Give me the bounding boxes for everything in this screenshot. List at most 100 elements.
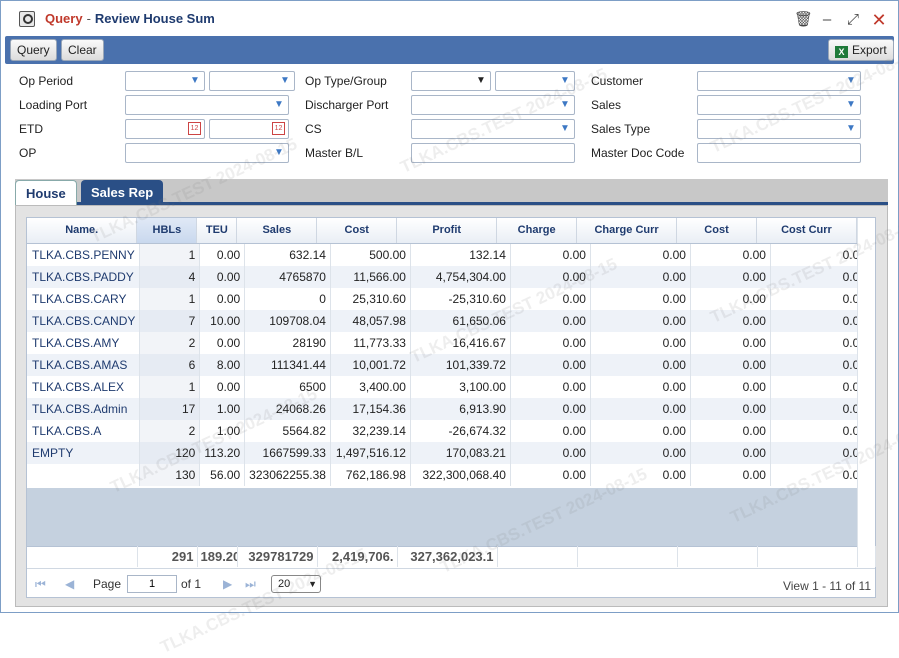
cell-charge-curr: 0.00: [590, 442, 691, 464]
view-records-text: View 1 - 11 of 11: [782, 579, 871, 593]
cell-cost: 11,566.00: [330, 266, 411, 288]
title-bar: Query - Review House Sum 🗑 – ⤢ ✕: [1, 1, 898, 36]
table-row[interactable]: TLKA.CBS.ALEX 1 0.00 6500 3,400.00 3,100.00 0.…: [27, 376, 871, 398]
etd-from-date[interactable]: 12: [125, 119, 205, 139]
export-button[interactable]: X Export: [828, 39, 894, 61]
table-row[interactable]: 130 56.00 323062255.38 762,186.98 322,300,06…: [27, 464, 871, 486]
cell-teu: 0.00: [199, 266, 246, 288]
grid-body: TLKA.CBS.PENNY 1 0.00 632.14 500.00 132.14 0.0…: [27, 244, 871, 486]
cell-sales: 0: [244, 288, 331, 310]
calendar-icon[interactable]: 12: [188, 122, 201, 135]
master-doc-code-input[interactable]: [697, 143, 861, 163]
cell-charge-curr: 0.00: [590, 420, 691, 442]
col-header-hbls[interactable]: HBLs: [136, 218, 198, 244]
loading-port-select[interactable]: ▼: [125, 95, 289, 115]
clear-button[interactable]: Clear: [61, 39, 104, 61]
cell-sales: 323062255.38: [244, 464, 331, 486]
next-page-icon[interactable]: ▶: [223, 577, 232, 591]
master-bl-input[interactable]: [411, 143, 575, 163]
close-icon[interactable]: ✕: [870, 11, 888, 29]
table-row[interactable]: TLKA.CBS.PENNY 1 0.00 632.14 500.00 132.14 0.0…: [27, 244, 871, 266]
col-header-sales[interactable]: Sales: [236, 218, 318, 244]
table-row[interactable]: TLKA.CBS.CANDY 7 10.00 109708.04 48,057.98 61…: [27, 310, 871, 332]
minimize-icon[interactable]: –: [818, 11, 836, 29]
cell-cost-2: 0.00: [690, 354, 771, 376]
op-label: OP: [19, 146, 37, 160]
cell-teu: 56.00: [199, 464, 246, 486]
col-header-profit[interactable]: Profit: [396, 218, 498, 244]
sales-select[interactable]: ▼: [697, 95, 861, 115]
cell-charge-curr: 0.00: [590, 464, 691, 486]
cell-teu: 1.00: [199, 398, 246, 420]
op-group-select[interactable]: ▼: [495, 71, 575, 91]
cell-charge: 0.00: [510, 332, 591, 354]
chevron-down-icon: ▼: [190, 75, 200, 86]
col-header-cost-curr[interactable]: Cost Curr: [756, 218, 857, 244]
toolbar: Query Clear X Export: [5, 36, 894, 64]
table-row[interactable]: TLKA.CBS.Admin 17 1.00 24068.26 17,154.36 6,9…: [27, 398, 871, 420]
cell-cost-curr: 0.00: [770, 310, 871, 332]
cell-sales: 28190: [244, 332, 331, 354]
cell-hbls: 1: [139, 288, 201, 310]
last-page-icon[interactable]: ⏭: [245, 577, 256, 592]
grid-scrollbar[interactable]: [857, 218, 875, 567]
house-sum-grid: Name. HBLs TEU Sales Cost Profit Charge …: [26, 217, 876, 598]
cell-charge: 0.00: [510, 442, 591, 464]
cell-name: EMPTY: [27, 442, 141, 464]
tab-sales-rep[interactable]: Sales Rep: [81, 180, 164, 205]
page-number-input[interactable]: [127, 575, 177, 593]
excel-icon: X: [835, 46, 848, 58]
maximize-icon[interactable]: ⤢: [844, 11, 862, 29]
discharger-port-select[interactable]: ▼: [411, 95, 575, 115]
cell-cost-curr: 0.00: [770, 442, 871, 464]
cell-sales: 24068.26: [244, 398, 331, 420]
cell-cost: 32,239.14: [330, 420, 411, 442]
cell-hbls: 6: [139, 354, 201, 376]
col-header-charge-curr[interactable]: Charge Curr: [576, 218, 678, 244]
table-row[interactable]: TLKA.CBS.A 2 1.00 5564.82 32,239.14 -26,674.3…: [27, 420, 871, 442]
table-row[interactable]: TLKA.CBS.CARY 1 0.00 0 25,310.60 -25,310.60 0.…: [27, 288, 871, 310]
delete-icon[interactable]: 🗑: [794, 11, 813, 29]
table-row[interactable]: EMPTY 120 113.20 1667599.33 1,497,516.12 170,…: [27, 442, 871, 464]
sales-type-select[interactable]: ▼: [697, 119, 861, 139]
cell-cost-2: 0.00: [690, 376, 771, 398]
prev-page-icon[interactable]: ◀: [65, 577, 74, 591]
page-size-select[interactable]: 20 ▼: [271, 575, 321, 593]
title-separator: -: [86, 11, 91, 26]
query-button[interactable]: Query: [10, 39, 57, 61]
table-row[interactable]: TLKA.CBS.AMY 2 0.00 28190 11,773.33 16,416.67…: [27, 332, 871, 354]
tab-house[interactable]: House: [15, 180, 77, 205]
cell-charge-curr: 0.00: [590, 288, 691, 310]
cell-charge-curr: 0.00: [590, 244, 691, 266]
cell-profit: 16,416.67: [410, 332, 511, 354]
col-header-charge[interactable]: Charge: [496, 218, 578, 244]
op-type-select[interactable]: ▼: [411, 71, 491, 91]
cell-cost: 1,497,516.12: [330, 442, 411, 464]
total-name: [27, 546, 138, 567]
cell-cost-2: 0.00: [690, 288, 771, 310]
col-header-name[interactable]: Name.: [27, 218, 138, 244]
cell-name: TLKA.CBS.AMAS: [27, 354, 141, 376]
total-sales: 329781729: [237, 546, 318, 567]
cell-name: TLKA.CBS.CANDY: [27, 310, 141, 332]
table-row[interactable]: TLKA.CBS.AMAS 6 8.00 111341.44 10,001.72 101,…: [27, 354, 871, 376]
customer-label: Customer: [591, 74, 644, 88]
etd-to-date[interactable]: 12: [209, 119, 289, 139]
calendar-icon[interactable]: 12: [272, 122, 285, 135]
chevron-down-icon: ▼: [274, 99, 284, 110]
table-row[interactable]: TLKA.CBS.PADDY 4 0.00 4765870 11,566.00 4,754…: [27, 266, 871, 288]
chevron-down-icon: ▼: [560, 75, 570, 86]
first-page-icon[interactable]: ⏮: [35, 577, 46, 592]
filter-panel: Op Period ▼ ▼ Op Type/Group ▼ ▼ Customer…: [5, 64, 894, 174]
col-header-cost-2[interactable]: Cost: [676, 218, 757, 244]
cell-cost: 10,001.72: [330, 354, 411, 376]
op-period-to-select[interactable]: ▼: [209, 71, 295, 91]
cs-select[interactable]: ▼: [411, 119, 575, 139]
col-header-cost[interactable]: Cost: [316, 218, 398, 244]
cell-teu: 113.20: [199, 442, 246, 464]
window-title: Query - Review House Sum: [45, 11, 215, 26]
op-period-from-select[interactable]: ▼: [125, 71, 205, 91]
col-header-teu[interactable]: TEU: [196, 218, 238, 244]
op-select[interactable]: ▼: [125, 143, 289, 163]
customer-select[interactable]: ▼: [697, 71, 861, 91]
